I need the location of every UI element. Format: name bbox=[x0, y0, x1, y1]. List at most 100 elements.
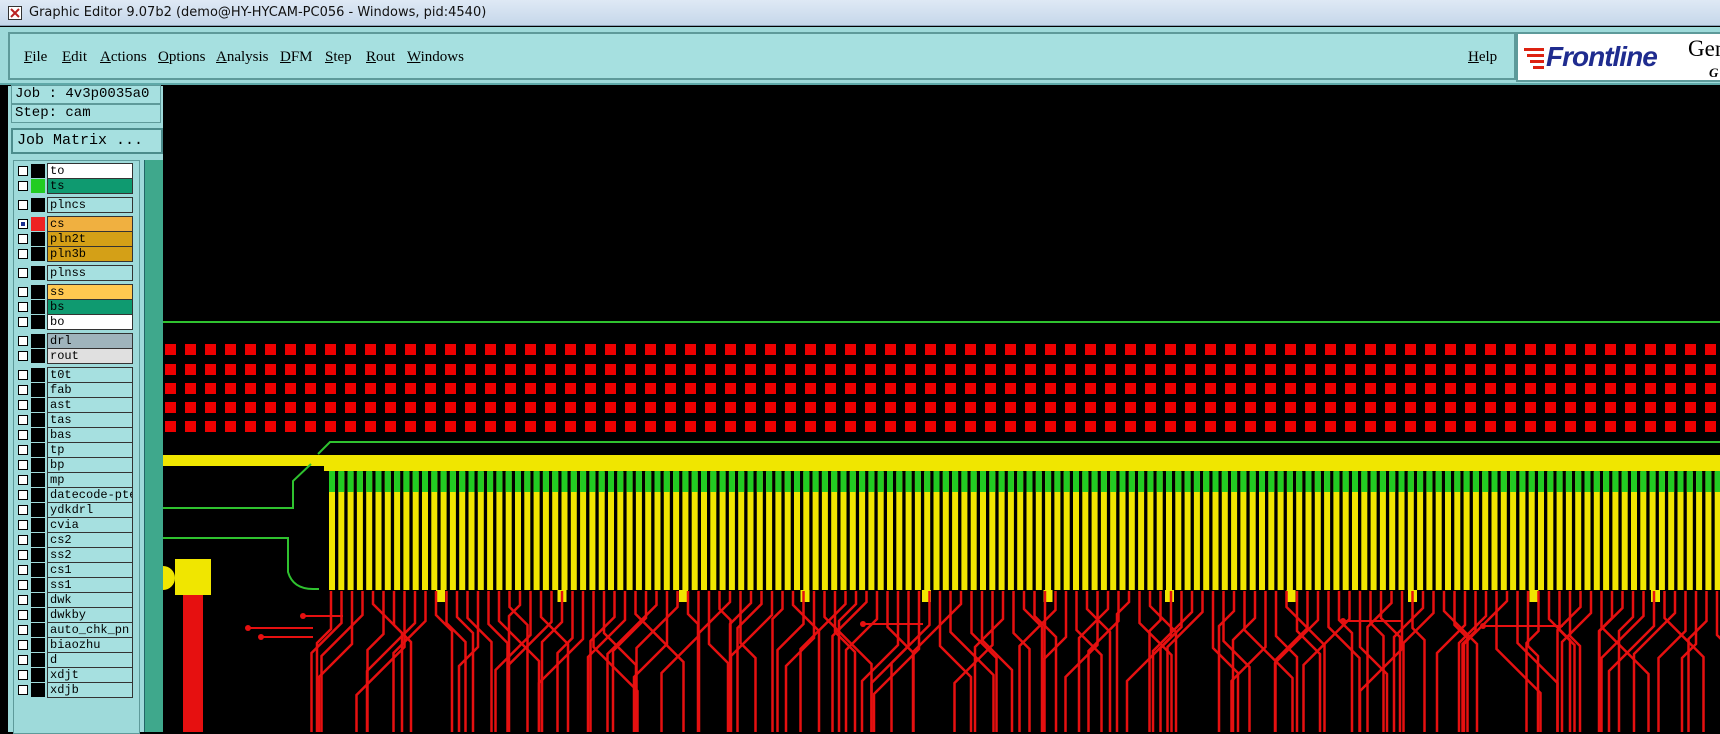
layer-color-swatch[interactable] bbox=[31, 458, 45, 472]
layer-color-swatch[interactable] bbox=[31, 247, 45, 261]
layer-color-swatch[interactable] bbox=[31, 593, 45, 607]
layer-checkbox[interactable] bbox=[18, 400, 28, 410]
layer-color-swatch[interactable] bbox=[31, 533, 45, 547]
layer-row-ss1[interactable]: ss1 bbox=[14, 577, 139, 593]
layer-name[interactable]: dwkby bbox=[47, 607, 133, 623]
layer-checkbox[interactable] bbox=[18, 565, 28, 575]
layer-checkbox[interactable] bbox=[18, 249, 28, 259]
layer-name[interactable]: tas bbox=[47, 412, 133, 428]
layer-checkbox[interactable] bbox=[18, 655, 28, 665]
menu-step[interactable]: Step bbox=[325, 49, 352, 66]
layer-name[interactable]: xdjt bbox=[47, 667, 133, 683]
layer-checkbox[interactable] bbox=[18, 670, 28, 680]
layer-checkbox[interactable] bbox=[18, 430, 28, 440]
layer-color-swatch[interactable] bbox=[31, 443, 45, 457]
layer-name[interactable]: d bbox=[47, 652, 133, 668]
layer-color-swatch[interactable] bbox=[31, 683, 45, 697]
layer-checkbox[interactable] bbox=[18, 505, 28, 515]
layer-name[interactable]: ss bbox=[47, 284, 133, 300]
layer-row-xdjb[interactable]: xdjb bbox=[14, 682, 139, 698]
menu-windows[interactable]: Windows bbox=[407, 49, 464, 66]
layer-name[interactable]: datecode-pte bbox=[47, 487, 133, 503]
layer-color-swatch[interactable] bbox=[31, 315, 45, 329]
layer-checkbox[interactable] bbox=[18, 625, 28, 635]
layer-name[interactable]: ss1 bbox=[47, 577, 133, 593]
layer-row-dwkby[interactable]: dwkby bbox=[14, 607, 139, 623]
layer-color-swatch[interactable] bbox=[31, 638, 45, 652]
layer-color-swatch[interactable] bbox=[31, 428, 45, 442]
layer-row-to[interactable]: to bbox=[14, 163, 139, 179]
layer-checkbox[interactable] bbox=[18, 640, 28, 650]
layer-name[interactable]: xdjb bbox=[47, 682, 133, 698]
layer-color-swatch[interactable] bbox=[31, 334, 45, 348]
menu-actions[interactable]: Actions bbox=[100, 49, 147, 66]
layer-row-pln2t[interactable]: pln2t bbox=[14, 231, 139, 247]
layer-color-swatch[interactable] bbox=[31, 563, 45, 577]
layer-checkbox[interactable] bbox=[18, 550, 28, 560]
layer-row-tp[interactable]: tp bbox=[14, 442, 139, 458]
layer-row-plnss[interactable]: plnss bbox=[14, 265, 139, 281]
layer-color-swatch[interactable] bbox=[31, 179, 45, 193]
layer-checkbox[interactable] bbox=[18, 351, 28, 361]
layer-checkbox[interactable] bbox=[18, 520, 28, 530]
layer-row-auto_chk_pn[interactable]: auto_chk_pn bbox=[14, 622, 139, 638]
layer-name[interactable]: rout bbox=[47, 348, 133, 364]
layer-row-biaozhu[interactable]: biaozhu bbox=[14, 637, 139, 653]
layer-row-dwk[interactable]: dwk bbox=[14, 592, 139, 608]
layer-checkbox[interactable] bbox=[18, 268, 28, 278]
layer-row-cs[interactable]: cs bbox=[14, 216, 139, 232]
layer-color-swatch[interactable] bbox=[31, 164, 45, 178]
layer-row-rout[interactable]: rout bbox=[14, 348, 139, 364]
layer-name[interactable]: ydkdrl bbox=[47, 502, 133, 518]
layer-name[interactable]: t0t bbox=[47, 367, 133, 383]
layer-color-swatch[interactable] bbox=[31, 413, 45, 427]
layer-row-cs1[interactable]: cs1 bbox=[14, 562, 139, 578]
graphic-canvas[interactable] bbox=[163, 86, 1720, 732]
layer-color-swatch[interactable] bbox=[31, 578, 45, 592]
layer-row-bs[interactable]: bs bbox=[14, 299, 139, 315]
menu-analysis[interactable]: Analysis bbox=[216, 49, 269, 66]
layer-name[interactable]: pln3b bbox=[47, 246, 133, 262]
layer-color-swatch[interactable] bbox=[31, 217, 45, 231]
layer-color-swatch[interactable] bbox=[31, 383, 45, 397]
layer-name[interactable]: bs bbox=[47, 299, 133, 315]
layer-checkbox[interactable] bbox=[18, 595, 28, 605]
layer-checkbox[interactable] bbox=[18, 219, 28, 229]
layer-row-ydkdrl[interactable]: ydkdrl bbox=[14, 502, 139, 518]
layer-checkbox[interactable] bbox=[18, 460, 28, 470]
menu-help[interactable]: Help bbox=[1468, 49, 1497, 66]
layer-color-swatch[interactable] bbox=[31, 653, 45, 667]
layer-color-swatch[interactable] bbox=[31, 668, 45, 682]
layer-checkbox[interactable] bbox=[18, 415, 28, 425]
menu-file[interactable]: File bbox=[24, 49, 47, 66]
layer-name[interactable]: pln2t bbox=[47, 231, 133, 247]
layer-checkbox[interactable] bbox=[18, 475, 28, 485]
layer-color-swatch[interactable] bbox=[31, 232, 45, 246]
menu-dfm[interactable]: DFM bbox=[280, 49, 313, 66]
layer-row-pln3b[interactable]: pln3b bbox=[14, 246, 139, 262]
layer-checkbox[interactable] bbox=[18, 610, 28, 620]
layer-row-xdjt[interactable]: xdjt bbox=[14, 667, 139, 683]
layer-name[interactable]: mp bbox=[47, 472, 133, 488]
layer-row-d[interactable]: d bbox=[14, 652, 139, 668]
layer-color-swatch[interactable] bbox=[31, 266, 45, 280]
layer-name[interactable]: drl bbox=[47, 333, 133, 349]
layer-color-swatch[interactable] bbox=[31, 300, 45, 314]
menu-rout[interactable]: Rout bbox=[366, 49, 395, 66]
layer-color-swatch[interactable] bbox=[31, 623, 45, 637]
layer-checkbox[interactable] bbox=[18, 200, 28, 210]
layer-name[interactable]: dwk bbox=[47, 592, 133, 608]
layer-row-bas[interactable]: bas bbox=[14, 427, 139, 443]
layer-name[interactable]: biaozhu bbox=[47, 637, 133, 653]
layer-checkbox[interactable] bbox=[18, 287, 28, 297]
layer-checkbox[interactable] bbox=[18, 166, 28, 176]
layer-color-swatch[interactable] bbox=[31, 518, 45, 532]
layer-name[interactable]: bas bbox=[47, 427, 133, 443]
layer-name[interactable]: ss2 bbox=[47, 547, 133, 563]
layer-name[interactable]: tp bbox=[47, 442, 133, 458]
layer-name[interactable]: to bbox=[47, 163, 133, 179]
layer-color-swatch[interactable] bbox=[31, 349, 45, 363]
layer-row-cvia[interactable]: cvia bbox=[14, 517, 139, 533]
layer-name[interactable]: bo bbox=[47, 314, 133, 330]
layer-checkbox[interactable] bbox=[18, 490, 28, 500]
